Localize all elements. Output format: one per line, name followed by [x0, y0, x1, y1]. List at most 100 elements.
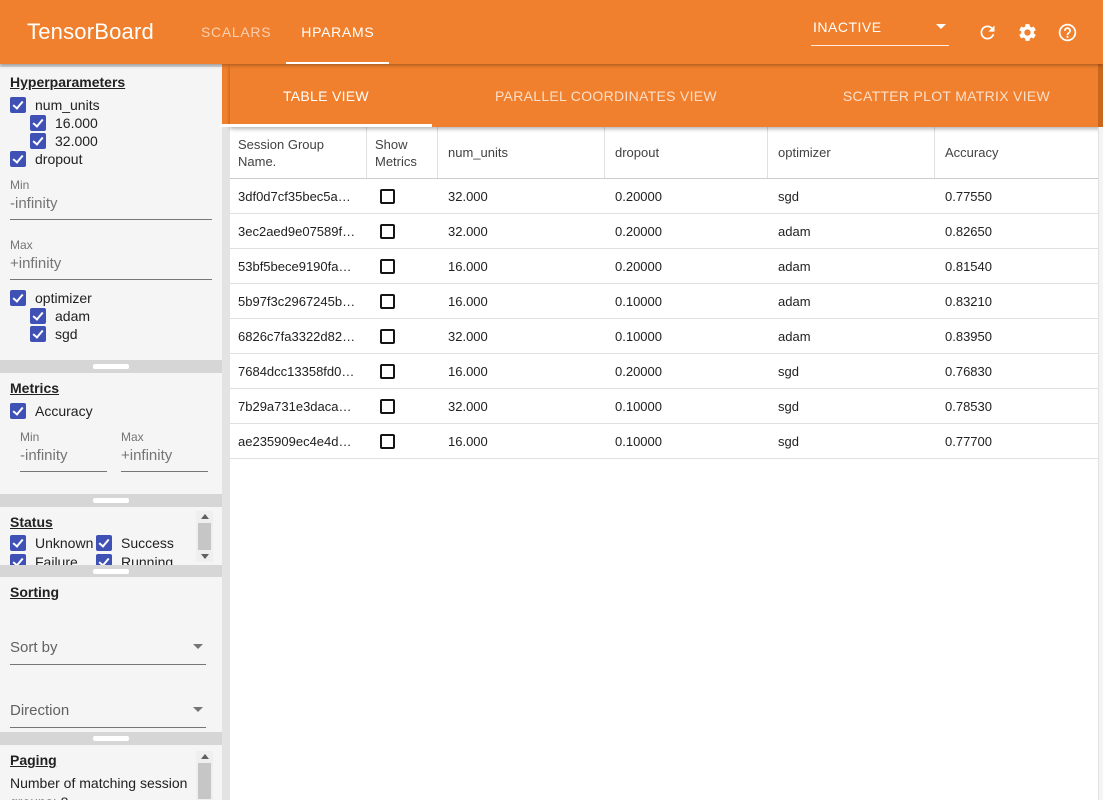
checkbox-checked-icon[interactable]	[96, 535, 112, 551]
checkbox-checked-icon[interactable]	[10, 151, 26, 167]
panel-divider	[0, 360, 222, 373]
optimizer-cell: adam	[768, 294, 935, 309]
table-row: 7b29a731e3daca… 32.000 0.10000 sgd 0.785…	[230, 389, 1103, 424]
hparam-dropout[interactable]: dropout	[10, 150, 222, 168]
tab-hparams-label: HPARAMS	[301, 24, 374, 40]
optimizer-cell: sgd	[768, 399, 935, 414]
scroll-up-icon[interactable]	[196, 511, 213, 522]
status-scrollbar[interactable]	[196, 511, 213, 562]
dropout-max-input[interactable]	[10, 252, 212, 280]
app-bar: TensorBoard SCALARS HPARAMS INACTIVE	[0, 0, 1103, 64]
sorting-panel: Sorting Sort by Direction	[0, 577, 222, 732]
help-button[interactable]	[1055, 20, 1079, 44]
resize-handle[interactable]	[93, 498, 129, 503]
table-row: 6826c7fa3322d82… 32.000 0.10000 adam 0.8…	[230, 319, 1103, 354]
gear-icon	[1017, 22, 1038, 43]
hparam-value-label: 16.000	[55, 115, 98, 131]
column-header-dropout[interactable]: dropout	[605, 127, 768, 178]
main-scrollbar-top	[1098, 64, 1103, 127]
sort-by-placeholder: Sort by	[10, 639, 58, 656]
scrollbar-thumb[interactable]	[198, 523, 211, 550]
main-area: TABLE VIEW PARALLEL COORDINATES VIEW SCA…	[230, 64, 1103, 800]
status-success[interactable]: Success	[96, 534, 174, 552]
checkbox-checked-icon[interactable]	[10, 403, 26, 419]
checkbox-checked-icon[interactable]	[10, 535, 26, 551]
tab-parallel-coordinates-view[interactable]: PARALLEL COORDINATES VIEW	[432, 64, 780, 127]
accuracy-cell: 0.76830	[935, 364, 1103, 379]
hparam-optimizer-adam[interactable]: adam	[30, 307, 222, 325]
tab-scalars[interactable]: SCALARS	[186, 0, 286, 64]
column-header-optimizer[interactable]: optimizer	[768, 127, 935, 178]
sort-by-select[interactable]: Sort by	[10, 637, 206, 665]
hparam-optimizer[interactable]: optimizer	[10, 289, 222, 307]
show-metrics-cell	[367, 399, 438, 414]
num-units-cell: 32.000	[438, 329, 605, 344]
run-status-select[interactable]: INACTIVE	[811, 19, 949, 46]
checkbox-checked-icon[interactable]	[10, 97, 26, 113]
checkbox-checked-icon[interactable]	[30, 133, 46, 149]
accuracy-cell: 0.81540	[935, 259, 1103, 274]
metric-min-input[interactable]	[20, 444, 107, 472]
paging-scrollbar[interactable]	[196, 751, 213, 800]
status-running[interactable]: Running	[96, 553, 173, 565]
direction-placeholder: Direction	[10, 702, 69, 719]
column-header-num-units[interactable]: num_units	[438, 127, 605, 178]
session-group-name: 7684dcc13358fd0…	[230, 364, 367, 379]
show-metrics-checkbox[interactable]	[380, 434, 395, 449]
checkbox-checked-icon[interactable]	[10, 290, 26, 306]
column-header-session-group-name[interactable]: Session Group Name.	[230, 127, 367, 178]
dropout-cell: 0.10000	[605, 434, 768, 449]
hparam-value-label: 32.000	[55, 133, 98, 149]
metric-accuracy[interactable]: Accuracy	[10, 402, 222, 420]
dropout-min-input[interactable]	[10, 192, 212, 220]
show-metrics-checkbox[interactable]	[380, 224, 395, 239]
session-group-name: 7b29a731e3daca…	[230, 399, 367, 414]
hparam-num-units-32[interactable]: 32.000	[30, 132, 222, 150]
metric-max-input[interactable]	[121, 444, 208, 472]
show-metrics-checkbox[interactable]	[380, 259, 395, 274]
show-metrics-cell	[367, 434, 438, 449]
direction-select[interactable]: Direction	[10, 700, 206, 728]
resize-handle[interactable]	[93, 736, 129, 741]
tab-table-view[interactable]: TABLE VIEW	[220, 64, 432, 127]
checkbox-checked-icon[interactable]	[30, 326, 46, 342]
tab-scalars-label: SCALARS	[201, 24, 271, 40]
panel-divider	[0, 494, 222, 507]
scroll-up-icon[interactable]	[196, 751, 213, 762]
metric-min-field: Min	[20, 430, 107, 472]
show-metrics-checkbox[interactable]	[380, 364, 395, 379]
checkbox-checked-icon[interactable]	[30, 115, 46, 131]
main-scrollbar-track[interactable]	[1098, 127, 1103, 800]
checkbox-checked-icon[interactable]	[96, 554, 112, 565]
tab-scatter-plot-matrix-view[interactable]: SCATTER PLOT MATRIX VIEW	[780, 64, 1103, 127]
show-metrics-checkbox[interactable]	[380, 294, 395, 309]
hparam-value-label: adam	[55, 308, 90, 324]
status-unknown[interactable]: Unknown	[10, 534, 96, 552]
hparam-num-units[interactable]: num_units	[10, 96, 222, 114]
scrollbar-thumb[interactable]	[198, 763, 211, 799]
show-metrics-checkbox[interactable]	[380, 189, 395, 204]
hparam-optimizer-sgd[interactable]: sgd	[30, 325, 222, 343]
num-units-cell: 16.000	[438, 294, 605, 309]
checkbox-checked-icon[interactable]	[10, 554, 26, 565]
column-header-show-metrics[interactable]: Show Metrics	[367, 127, 438, 178]
hparam-num-units-16[interactable]: 16.000	[30, 114, 222, 132]
status-failure[interactable]: Failure	[10, 553, 96, 565]
table-row: 3ec2aed9e07589f… 32.000 0.20000 adam 0.8…	[230, 214, 1103, 249]
resize-handle[interactable]	[93, 364, 129, 369]
refresh-button[interactable]	[975, 20, 999, 44]
hyperparameters-panel: Hyperparameters num_units 16.000 32.000 …	[0, 67, 222, 360]
resize-handle[interactable]	[93, 569, 129, 574]
settings-button[interactable]	[1015, 20, 1039, 44]
scroll-down-icon[interactable]	[196, 551, 213, 562]
column-header-accuracy[interactable]: Accuracy	[935, 127, 1103, 178]
num-units-cell: 16.000	[438, 364, 605, 379]
show-metrics-checkbox[interactable]	[380, 329, 395, 344]
checkbox-checked-icon[interactable]	[30, 308, 46, 324]
app-title: TensorBoard	[27, 19, 154, 45]
tab-hparams[interactable]: HPARAMS	[286, 0, 389, 64]
session-group-name: 3df0d7cf35bec5a…	[230, 189, 367, 204]
dropout-cell: 0.10000	[605, 399, 768, 414]
sidebar-gutter	[222, 64, 230, 800]
show-metrics-checkbox[interactable]	[380, 399, 395, 414]
